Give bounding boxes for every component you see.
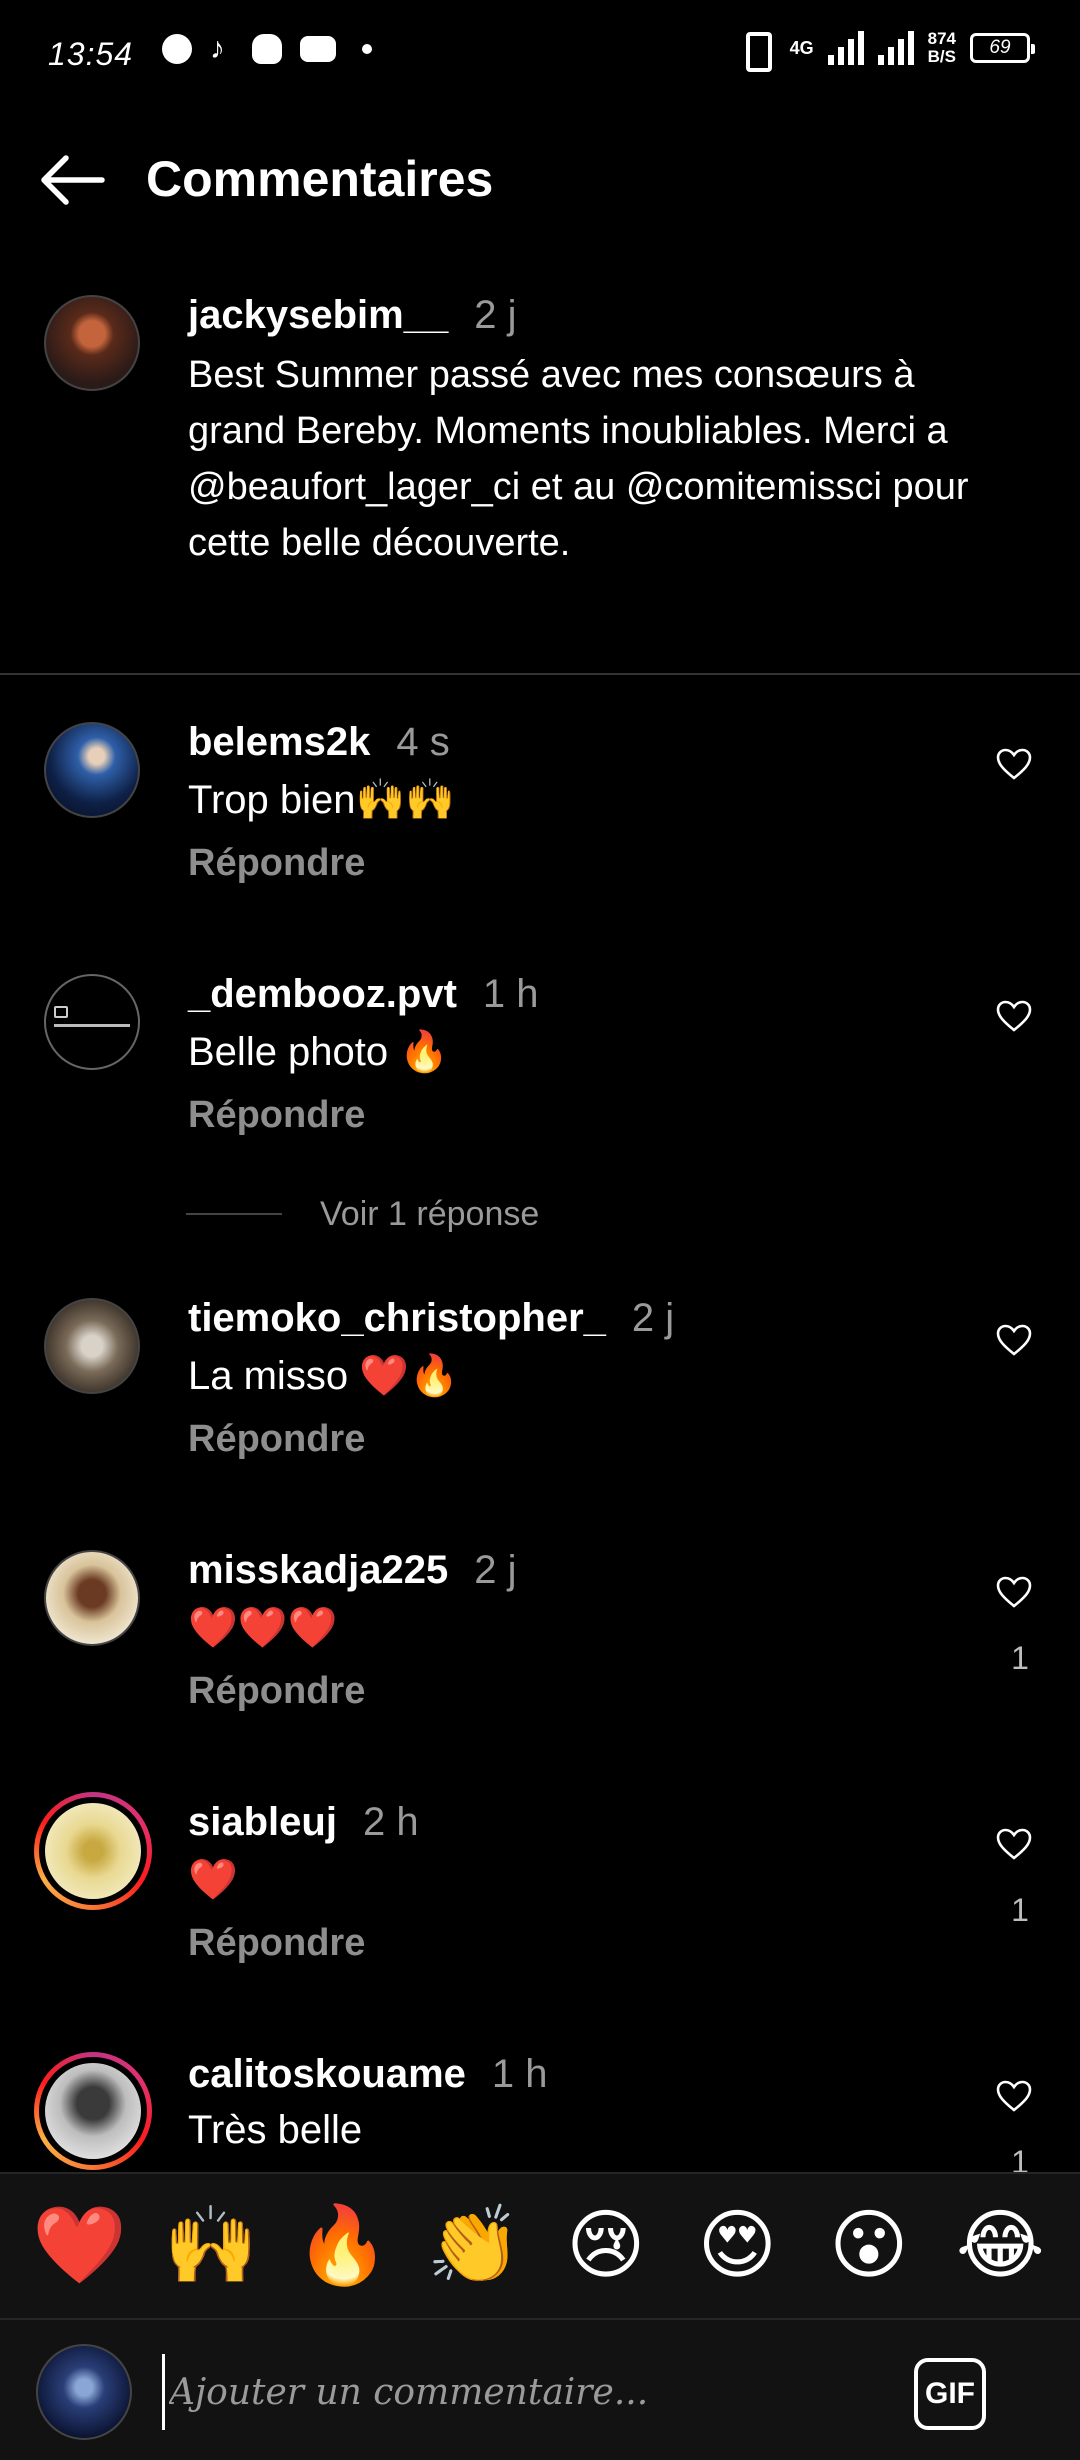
youtube-icon: [300, 36, 336, 62]
like-count: 1: [1011, 2144, 1029, 2172]
avatar: [45, 2063, 141, 2159]
heart-icon[interactable]: [996, 748, 1032, 780]
emoji-heart[interactable]: ❤️: [25, 2206, 135, 2286]
comment-input-bar: GIF: [0, 2318, 1080, 2460]
avatar: [36, 2344, 132, 2440]
caption-header: jackysebim__ 2 j: [188, 293, 516, 338]
avatar[interactable]: [44, 1550, 140, 1646]
heart-icon[interactable]: [996, 1000, 1032, 1032]
comment-header: belems2k 4 s: [188, 720, 450, 765]
comment-input[interactable]: [162, 2354, 882, 2430]
comment-header: misskadja225 2 j: [188, 1548, 516, 1593]
username[interactable]: calitoskouame: [188, 2052, 466, 2096]
emoji-clapping[interactable]: 👏: [419, 2206, 529, 2286]
heart-icon[interactable]: [996, 1324, 1032, 1356]
story-ring[interactable]: [34, 2052, 152, 2170]
page-title: Commentaires: [146, 151, 494, 207]
comment-item: _dembooz.pvt 1 h Belle photo 🔥 Répondre: [0, 970, 1080, 1190]
more-notifications-icon: [362, 44, 372, 54]
like-count: 1: [1011, 1892, 1029, 1928]
emoji-heart-eyes[interactable]: 😍: [682, 2206, 792, 2286]
comment-text: ❤️: [188, 1858, 238, 1902]
username[interactable]: tiemoko_christopher_: [188, 1296, 606, 1340]
snapchat-icon: [252, 34, 282, 64]
comment-text: Belle photo 🔥: [188, 1030, 450, 1074]
heart-icon[interactable]: [996, 1828, 1032, 1860]
notification-icons: ♪: [162, 34, 372, 64]
comment-header: _dembooz.pvt 1 h: [188, 972, 539, 1017]
emoji-surprised[interactable]: 😮: [814, 2206, 924, 2286]
battery-icon: 69: [970, 33, 1035, 63]
timestamp: 2 h: [362, 1800, 419, 1844]
back-button[interactable]: [36, 148, 108, 212]
tiktok-icon: ♪: [210, 32, 225, 65]
comment-text: Trop bien🙌🙌: [188, 778, 456, 822]
comment-item: tiemoko_christopher_ 2 j La misso ❤️🔥 Rép…: [0, 1294, 1080, 1514]
timestamp: 2 j: [474, 1548, 517, 1592]
username[interactable]: _dembooz.pvt: [188, 972, 457, 1016]
vibrate-icon: [736, 30, 776, 72]
username[interactable]: misskadja225: [188, 1548, 448, 1592]
emoji-raised-hands[interactable]: 🙌: [156, 2206, 266, 2286]
timestamp: 1 h: [491, 2052, 548, 2096]
chat-icon: [162, 34, 192, 64]
reply-button[interactable]: Répondre: [188, 1670, 365, 1713]
avatar[interactable]: [44, 295, 140, 391]
comment-item: belems2k 4 s Trop bien🙌🙌 Répondre: [0, 718, 1080, 938]
signal-icon: [827, 31, 864, 65]
view-replies-button[interactable]: Voir 1 réponse: [186, 1192, 539, 1236]
timestamp: 1 h: [482, 972, 539, 1016]
avatar[interactable]: [44, 1298, 140, 1394]
comment-item: calitoskouame 1 h Très belle 1: [0, 2050, 1080, 2172]
heart-icon[interactable]: [996, 2080, 1032, 2112]
reply-button[interactable]: Répondre: [188, 842, 365, 885]
comment-item: misskadja225 2 j ❤️❤️❤️ Répondre 1: [0, 1546, 1080, 1766]
view-replies-label: Voir 1 réponse: [320, 1194, 540, 1233]
timestamp: 2 j: [474, 293, 517, 337]
network-speed: 874 B/S: [927, 29, 956, 66]
signal-icon-2: [877, 31, 914, 65]
avatar[interactable]: [44, 722, 140, 818]
header: Commentaires: [0, 130, 1080, 230]
comment-item: siableuj 2 h ❤️ Répondre 1: [0, 1792, 1080, 2018]
username[interactable]: siableuj: [188, 1800, 337, 1844]
emoji-laughing[interactable]: 😂: [945, 2206, 1055, 2286]
emoji-crying[interactable]: 😢: [551, 2206, 661, 2286]
story-ring[interactable]: [34, 1792, 152, 1910]
heart-icon[interactable]: [996, 1576, 1032, 1608]
reply-button[interactable]: Répondre: [188, 1094, 365, 1137]
reply-line: [186, 1213, 282, 1215]
reply-button[interactable]: Répondre: [188, 1418, 365, 1461]
caption-text: Best Summer passé avec mes consœurs à gr…: [188, 354, 969, 564]
comment-text: La misso ❤️🔥: [188, 1354, 459, 1398]
comment-text: Très belle: [188, 2108, 363, 2152]
status-bar: 13:54 ♪ 4G 874 B/S 69: [0, 0, 1080, 110]
status-time: 13:54: [48, 36, 134, 72]
timestamp: 2 j: [631, 1296, 675, 1340]
timestamp: 4 s: [396, 720, 450, 764]
divider: [0, 673, 1080, 675]
comment-header: calitoskouame 1 h: [188, 2052, 548, 2097]
reply-button[interactable]: Répondre: [188, 1922, 365, 1965]
network-type: 4G: [789, 38, 814, 58]
username[interactable]: jackysebim__: [188, 293, 448, 337]
emoji-fire[interactable]: 🔥: [288, 2206, 398, 2286]
arrow-left-icon: [41, 155, 105, 205]
username[interactable]: belems2k: [188, 720, 370, 764]
avatar: [45, 1803, 141, 1899]
emoji-quick-bar: ❤️ 🙌 🔥 👏 😢 😍 😮 😂: [0, 2172, 1080, 2318]
comment-header: tiemoko_christopher_ 2 j: [188, 1296, 674, 1341]
avatar[interactable]: [44, 974, 140, 1070]
gif-button[interactable]: GIF: [914, 2358, 986, 2430]
comment-text: ❤️❤️❤️: [188, 1606, 338, 1650]
comment-header: siableuj 2 h: [188, 1800, 419, 1845]
like-count: 1: [1011, 1640, 1029, 1676]
